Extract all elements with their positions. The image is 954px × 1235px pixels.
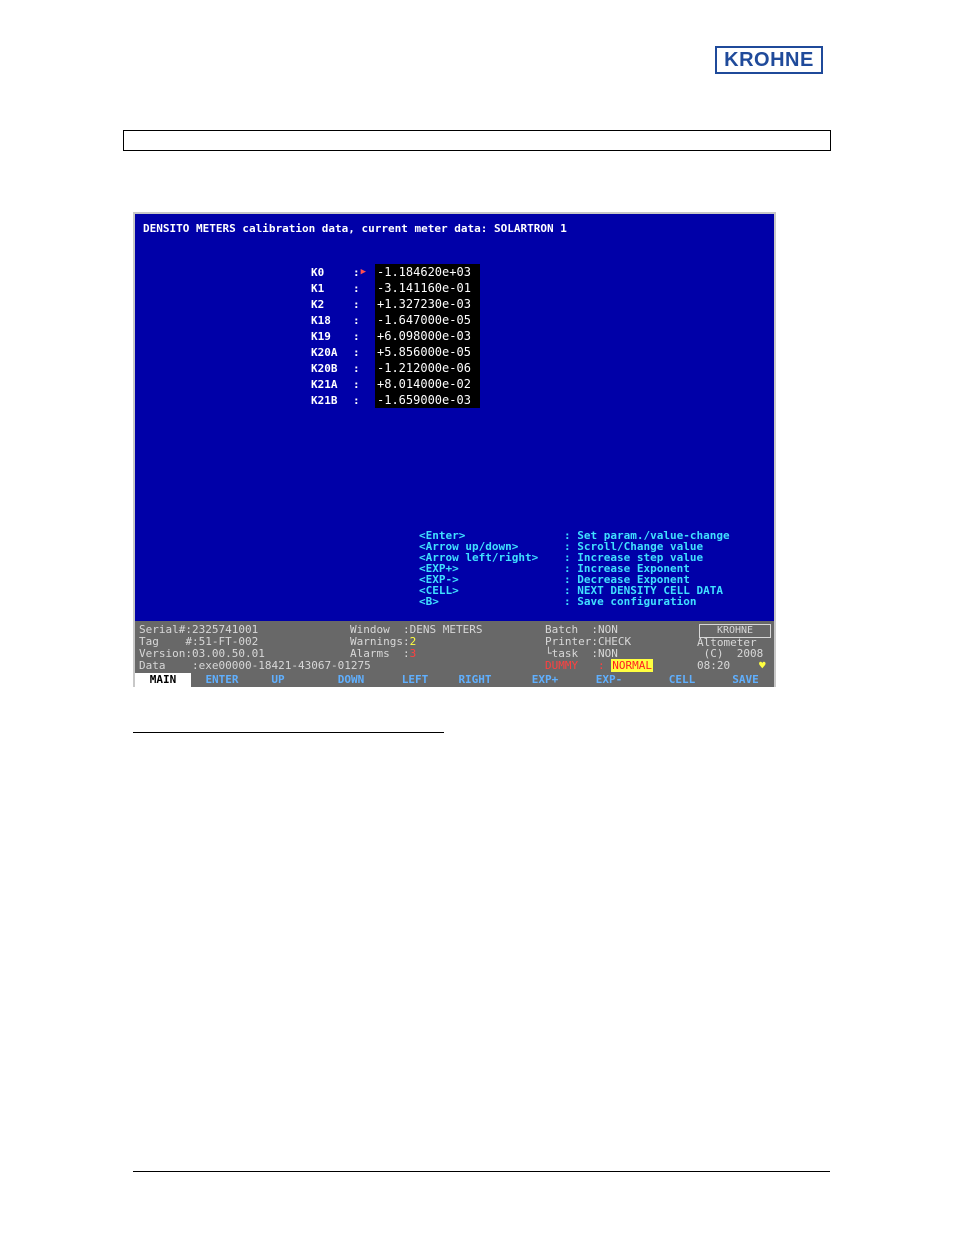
param-value[interactable]: -1.184620e+03 (375, 264, 480, 280)
fkey-main[interactable]: MAIN (135, 673, 191, 687)
param-value[interactable]: +1.327230e-03 (375, 296, 480, 312)
param-name: K1 (311, 281, 325, 295)
fkey-save[interactable]: SAVE (717, 673, 774, 687)
fkey-cell[interactable]: CELL (647, 673, 717, 687)
param-row-k1[interactable]: K1 : -3.141160e-01 (311, 280, 480, 296)
param-name: K21A (311, 377, 338, 391)
param-name: K19 (311, 329, 331, 343)
param-name: K0 (311, 265, 325, 279)
param-value[interactable]: -1.212000e-06 (375, 360, 480, 376)
help-key: <B> (419, 595, 439, 608)
data-field: Data :exe00000-18421-43067-01275 (139, 659, 371, 672)
param-value[interactable]: -3.141160e-01 (375, 280, 480, 296)
param-row-k19[interactable]: K19 : +6.098000e-03 (311, 328, 480, 344)
param-row-k20b[interactable]: K20B : -1.212000e-06 (311, 360, 480, 376)
title-box (123, 130, 831, 151)
param-row-k21b[interactable]: K21B : -1.659000e-03 (311, 392, 480, 408)
param-value[interactable]: +6.098000e-03 (375, 328, 480, 344)
selection-arrow-icon: ▶ (360, 267, 367, 277)
param-row-k2[interactable]: K2 : +1.327230e-03 (311, 296, 480, 312)
status-bar: Serial#:2325741001 Tag #:51-FT-002 Versi… (135, 621, 774, 673)
help-desc: : Save configuration (564, 595, 697, 608)
clock: 08:20 (697, 659, 731, 672)
main-panel: DENSITO METERS calibration data, current… (135, 214, 774, 621)
section-underline (133, 732, 444, 733)
terminal-screen: DENSITO METERS calibration data, current… (133, 212, 776, 687)
fkey-exp-minus[interactable]: EXP- (571, 673, 647, 687)
param-name: K21B (311, 393, 338, 407)
param-value[interactable]: -1.659000e-03 (375, 392, 480, 408)
param-row-k21a[interactable]: K21A : +8.014000e-02 (311, 376, 480, 392)
krohne-logo: KROHNE (715, 46, 823, 74)
param-name: K20A (311, 345, 338, 359)
param-row-k20a[interactable]: K20A : +5.856000e-05 (311, 344, 480, 360)
fkey-right[interactable]: RIGHT (431, 673, 519, 687)
fkey-exp-plus[interactable]: EXP+ (519, 673, 571, 687)
screen-header: DENSITO METERS calibration data, current… (143, 222, 567, 235)
alarms-field: Alarms :3 (350, 647, 417, 660)
param-value[interactable]: +8.014000e-02 (375, 376, 480, 392)
param-row-k18[interactable]: K18 : -1.647000e-05 (311, 312, 480, 328)
function-key-bar: MAIN ENTER UP DOWN LEFT RIGHT EXP+ EXP- … (135, 673, 774, 687)
mode-badge: NORMAL (611, 659, 653, 672)
fkey-down[interactable]: DOWN (303, 673, 399, 687)
fkey-enter[interactable]: ENTER (191, 673, 253, 687)
param-value[interactable]: +5.856000e-05 (375, 344, 480, 360)
fkey-up[interactable]: UP (253, 673, 303, 687)
param-name: K20B (311, 361, 338, 375)
footer-rule (133, 1171, 830, 1172)
param-name: K18 (311, 313, 331, 327)
mode-field: DUMMY : NORMAL (545, 659, 653, 672)
param-value[interactable]: -1.647000e-05 (375, 312, 480, 328)
heart-icon: ♥ (759, 659, 766, 672)
param-name: K2 (311, 297, 325, 311)
param-row-k0[interactable]: K0 : ▶ -1.184620e+03 (311, 264, 480, 280)
fkey-left[interactable]: LEFT (399, 673, 431, 687)
